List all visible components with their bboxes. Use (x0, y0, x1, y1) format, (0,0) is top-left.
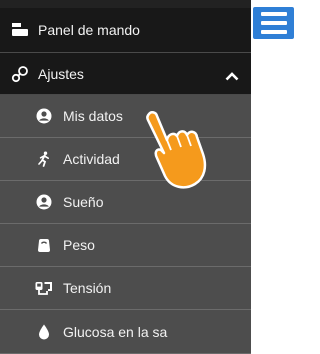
navigation-drawer: Panel de mando Ajustes Mis datos Activid… (0, 0, 251, 354)
drop-icon (35, 323, 53, 341)
user-icon (35, 193, 53, 211)
hamburger-icon (260, 12, 287, 16)
submenu-item-tension[interactable]: Tensión (0, 267, 251, 310)
nav-item-panel-de-mando[interactable]: Panel de mando (0, 8, 251, 53)
submenu-item-label: Actividad (63, 151, 120, 167)
blood-pressure-icon (35, 279, 53, 297)
user-icon (35, 107, 53, 125)
submenu-item-label: Sueño (63, 194, 104, 210)
chevron-up-icon[interactable] (225, 68, 239, 86)
nav-item-ajustes[interactable]: Ajustes (0, 53, 251, 95)
submenu-item-label: Mis datos (63, 108, 123, 124)
submenu-item-actividad[interactable]: Actividad (0, 138, 251, 181)
running-person-icon (35, 150, 53, 168)
scale-icon (35, 236, 53, 254)
pointing-hand-icon (143, 110, 213, 195)
nav-item-label: Panel de mando (38, 22, 140, 38)
dashboard-icon (11, 21, 29, 39)
submenu-item-label: Peso (63, 237, 95, 253)
submenu-item-glucosa[interactable]: Glucosa en la sa (0, 310, 251, 354)
submenu-item-peso[interactable]: Peso (0, 224, 251, 267)
settings-link-icon (11, 65, 29, 83)
submenu-item-label: Glucosa en la sa (63, 323, 168, 340)
hamburger-icon-bar (260, 21, 287, 25)
menu-button[interactable] (253, 7, 294, 39)
nav-item-label: Ajustes (38, 65, 84, 82)
submenu-item-label: Tensión (63, 280, 112, 296)
submenu-item-mis-datos[interactable]: Mis datos (0, 95, 251, 138)
submenu-item-sueno[interactable]: Sueño (0, 181, 251, 224)
hamburger-icon-bar (260, 30, 287, 34)
